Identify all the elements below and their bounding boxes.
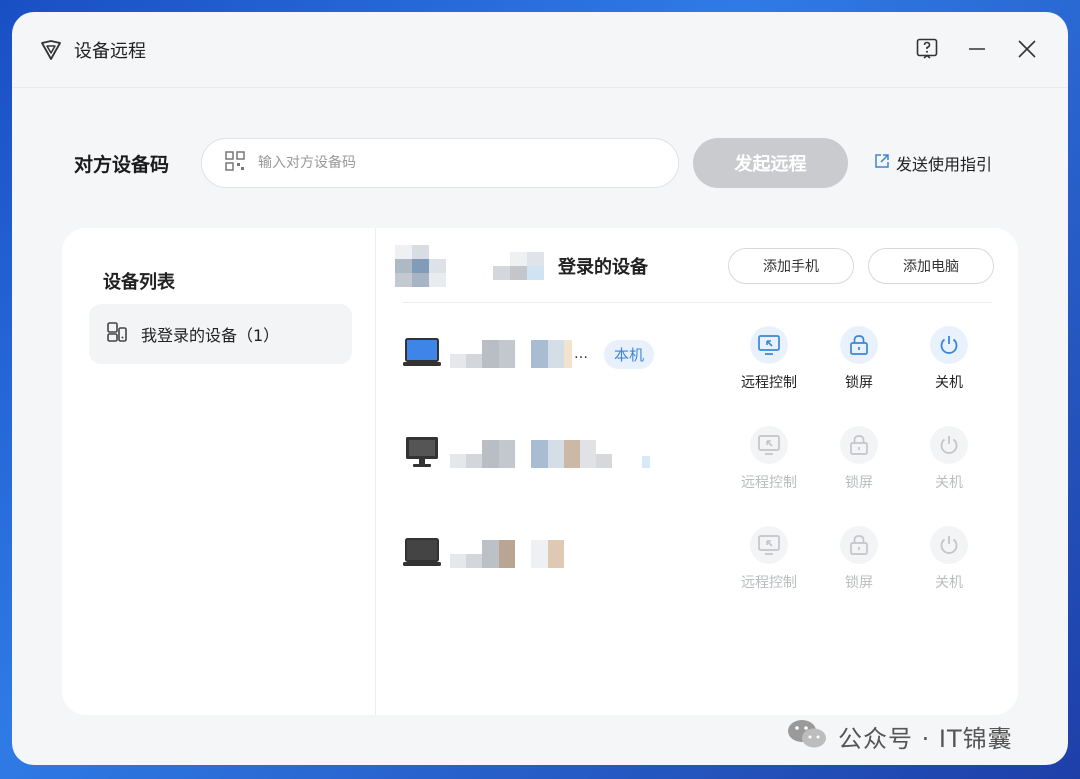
lock-icon [840, 326, 878, 364]
remote-control-button[interactable]: 远程控制 [724, 326, 814, 392]
blurred-avatar [395, 244, 463, 287]
shutdown-button[interactable]: 关机 [904, 326, 994, 392]
blurred-device-name [450, 340, 572, 368]
device-panel: 设备列表 我登录的设备（1） 登录的设备 添加手机 添加电脑 … 本机 远程控制… [62, 228, 1018, 715]
device-code-bar: 对方设备码 发起远程 发送使用指引 [74, 138, 1014, 188]
sidebar-item-label: 我登录的设备（1） [141, 326, 280, 345]
laptop-icon [402, 535, 442, 573]
add-pc-button[interactable]: 添加电脑 [868, 248, 994, 284]
device-list-sidebar: 设备列表 我登录的设备（1） [62, 228, 376, 715]
close-icon[interactable] [1014, 36, 1040, 62]
lock-screen-button[interactable]: 锁屏 [814, 326, 904, 392]
start-remote-button[interactable]: 发起远程 [693, 138, 848, 188]
minimize-icon[interactable] [964, 36, 990, 62]
shutdown-label: 关机 [935, 475, 963, 491]
title-bar: 设备远程 [12, 12, 1068, 88]
lock-screen-button[interactable]: 锁屏 [814, 526, 904, 592]
device-main: 登录的设备 添加手机 添加电脑 … 本机 远程控制 锁屏 关机 远程控制 锁屏 … [377, 228, 1018, 715]
lock-screen-label: 锁屏 [845, 375, 873, 391]
remote-screen-icon [750, 426, 788, 464]
blurred-username [493, 251, 544, 280]
device-actions: 远程控制 锁屏 关机 [724, 526, 994, 592]
sidebar-item-my-devices[interactable]: 我登录的设备（1） [89, 304, 352, 364]
device-code-field[interactable] [201, 138, 679, 188]
blurred-device-name [450, 540, 564, 568]
device-row: 远程控制 锁屏 关机 [402, 414, 1002, 494]
power-icon [930, 326, 968, 364]
device-actions: 远程控制 锁屏 关机 [724, 426, 994, 492]
device-actions: 远程控制 锁屏 关机 [724, 326, 994, 392]
shutdown-button[interactable]: 关机 [904, 526, 994, 592]
devices-icon [105, 320, 129, 348]
laptop-icon [402, 335, 442, 373]
send-guide-label: 发送使用指引 [896, 155, 993, 174]
device-code-input[interactable] [258, 155, 638, 171]
shield-logo-icon [38, 37, 64, 63]
device-info [402, 414, 650, 494]
qr-code-icon [224, 150, 246, 176]
send-guide-link[interactable]: 发送使用指引 [874, 151, 992, 175]
add-phone-button[interactable]: 添加手机 [728, 248, 854, 284]
shutdown-label: 关机 [935, 575, 963, 591]
lock-screen-label: 锁屏 [845, 575, 873, 591]
header-divider [402, 302, 992, 303]
remote-control-label: 远程控制 [741, 575, 797, 591]
lock-screen-button[interactable]: 锁屏 [814, 426, 904, 492]
desktop-monitor-icon [402, 434, 442, 474]
remote-screen-icon [750, 326, 788, 364]
watermark-text: 公众号 · IT锦囊 [838, 724, 1013, 753]
power-icon [930, 526, 968, 564]
wechat-icon [786, 718, 828, 754]
help-icon[interactable] [914, 36, 940, 62]
logged-devices-title: 登录的设备 [558, 256, 648, 278]
remote-control-button[interactable]: 远程控制 [724, 426, 814, 492]
remote-control-label: 远程控制 [741, 375, 797, 391]
device-info [402, 514, 564, 594]
this-device-badge: 本机 [604, 339, 655, 369]
remote-control-button[interactable]: 远程控制 [724, 526, 814, 592]
shutdown-label: 关机 [935, 375, 963, 391]
device-row: 远程控制 锁屏 关机 [402, 514, 1002, 594]
app-window: 设备远程 对方设备码 发起远程 发送使用指引 [12, 12, 1068, 765]
device-info: … 本机 [402, 314, 655, 394]
external-link-icon [874, 153, 890, 173]
remote-screen-icon [750, 526, 788, 564]
device-list-title: 设备列表 [103, 272, 175, 293]
blurred-device-name [450, 440, 650, 468]
lock-icon [840, 526, 878, 564]
device-name-ellipsis: … [574, 346, 588, 362]
remote-control-label: 远程控制 [741, 475, 797, 491]
device-code-label: 对方设备码 [74, 153, 170, 176]
lock-icon [840, 426, 878, 464]
power-icon [930, 426, 968, 464]
window-title: 设备远程 [74, 40, 146, 62]
watermark: 公众号 · IT锦囊 [786, 718, 1013, 754]
lock-screen-label: 锁屏 [845, 475, 873, 491]
shutdown-button[interactable]: 关机 [904, 426, 994, 492]
device-row: … 本机 远程控制 锁屏 关机 [402, 314, 1002, 394]
